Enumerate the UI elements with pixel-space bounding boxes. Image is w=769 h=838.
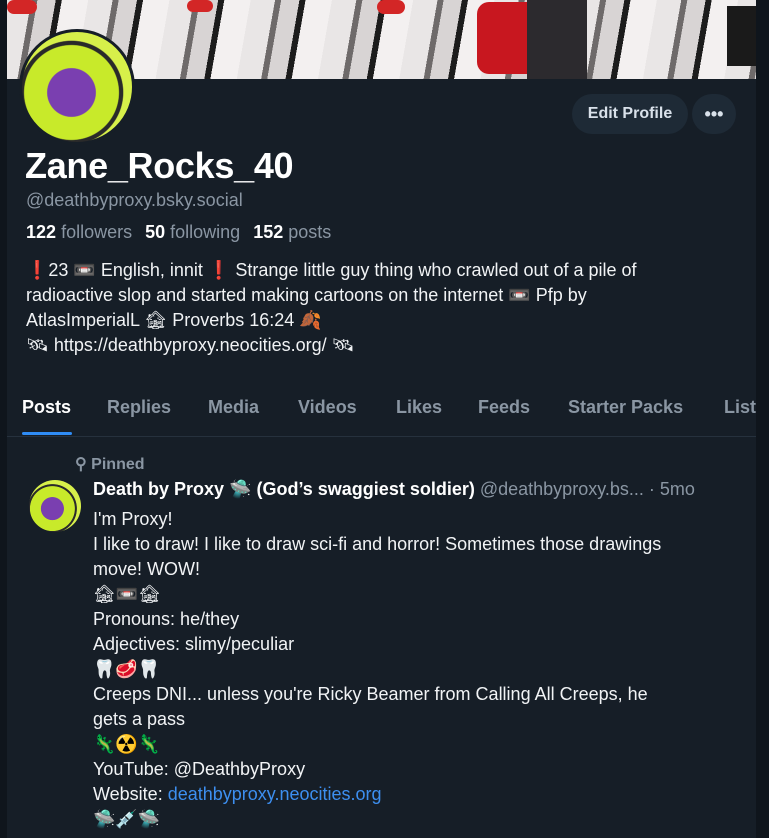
bio-link-line[interactable]: 🛰 https://deathbyproxy.neocities.org/ 🛰	[26, 333, 726, 358]
profile-tabs: Posts Replies Media Videos Likes Feeds S…	[7, 380, 756, 437]
tab-videos[interactable]: Videos	[298, 397, 357, 418]
followers-count[interactable]: 122	[26, 222, 56, 242]
following-label[interactable]: following	[170, 222, 240, 242]
tab-likes[interactable]: Likes	[396, 397, 442, 418]
post-author-handle[interactable]: @deathbyproxy.bs...	[480, 479, 644, 499]
left-border	[0, 0, 7, 838]
pin-icon: ⚲	[75, 456, 87, 473]
active-tab-indicator	[22, 432, 72, 435]
post-line: YouTube: @DeathbyProxy	[93, 759, 306, 779]
post-body: I'm Proxy! I like to draw! I like to dra…	[93, 507, 743, 832]
post-line: I'm Proxy!	[93, 509, 173, 529]
website-label: Website:	[93, 784, 163, 804]
post-timestamp[interactable]: · 5mo	[649, 479, 695, 499]
posts-label: posts	[288, 222, 332, 242]
post-website-line: Website: deathbyproxy.neocities.org	[93, 782, 743, 807]
post-line: Adjectives: slimy/peculiar	[93, 634, 295, 654]
post-line: 🏚📼🏚	[93, 584, 162, 604]
profile-avatar[interactable]	[19, 29, 135, 145]
post-line: Pronouns: he/they	[93, 609, 240, 629]
tab-posts[interactable]: Posts	[22, 397, 71, 418]
bio-line: ❗️23 📼 English, innit ❗️ Strange little …	[26, 260, 637, 280]
tab-feeds[interactable]: Feeds	[478, 397, 530, 418]
tab-replies[interactable]: Replies	[107, 397, 171, 418]
bio-line: AtlasImperialL 🏚 Proverbs 16:24 🍂	[26, 310, 322, 330]
post-header: Death by Proxy 🛸 (God’s swaggiest soldie…	[93, 479, 743, 500]
profile-stats: 122 followers 50 following 152 posts	[26, 222, 331, 243]
right-border	[756, 0, 769, 838]
post-line: 🛸💉🛸	[93, 809, 161, 829]
bio-line: radioactive slop and started making cart…	[26, 285, 587, 305]
post-author-name[interactable]: Death by Proxy 🛸 (God’s swaggiest soldie…	[93, 479, 475, 499]
following-count[interactable]: 50	[145, 222, 165, 242]
post-line: Creeps DNI... unless you're Ricky Beamer…	[93, 684, 648, 704]
post-line: gets a pass	[93, 709, 186, 729]
profile-bio: ❗️23 📼 English, innit ❗️ Strange little …	[26, 258, 726, 358]
tab-lists[interactable]: List	[724, 397, 756, 418]
display-name: Zane_Rocks_40	[25, 145, 294, 186]
pinned-post[interactable]: ⚲ Pinned Death by Proxy 🛸 (God’s swaggie…	[7, 437, 756, 838]
profile-handle: @deathbyproxy.bsky.social	[26, 190, 243, 210]
edit-profile-button[interactable]: Edit Profile	[572, 94, 688, 134]
more-options-button[interactable]: •••	[692, 94, 736, 134]
post-line: move! WOW!	[93, 559, 200, 579]
post-line: I like to draw! I like to draw sci-fi an…	[93, 534, 662, 554]
pinned-label: Pinned	[91, 456, 145, 473]
tab-starter-packs[interactable]: Starter Packs	[568, 397, 683, 418]
tab-media[interactable]: Media	[208, 397, 259, 418]
post-line: 🦷🥩🦷	[93, 659, 161, 679]
followers-label[interactable]: followers	[61, 222, 132, 242]
post-line: 🦎☢️🦎	[93, 734, 161, 754]
posts-count: 152	[253, 222, 284, 242]
post-author-avatar[interactable]	[29, 480, 81, 532]
pinned-indicator: ⚲ Pinned	[75, 454, 145, 474]
website-link[interactable]: deathbyproxy.neocities.org	[168, 784, 382, 804]
